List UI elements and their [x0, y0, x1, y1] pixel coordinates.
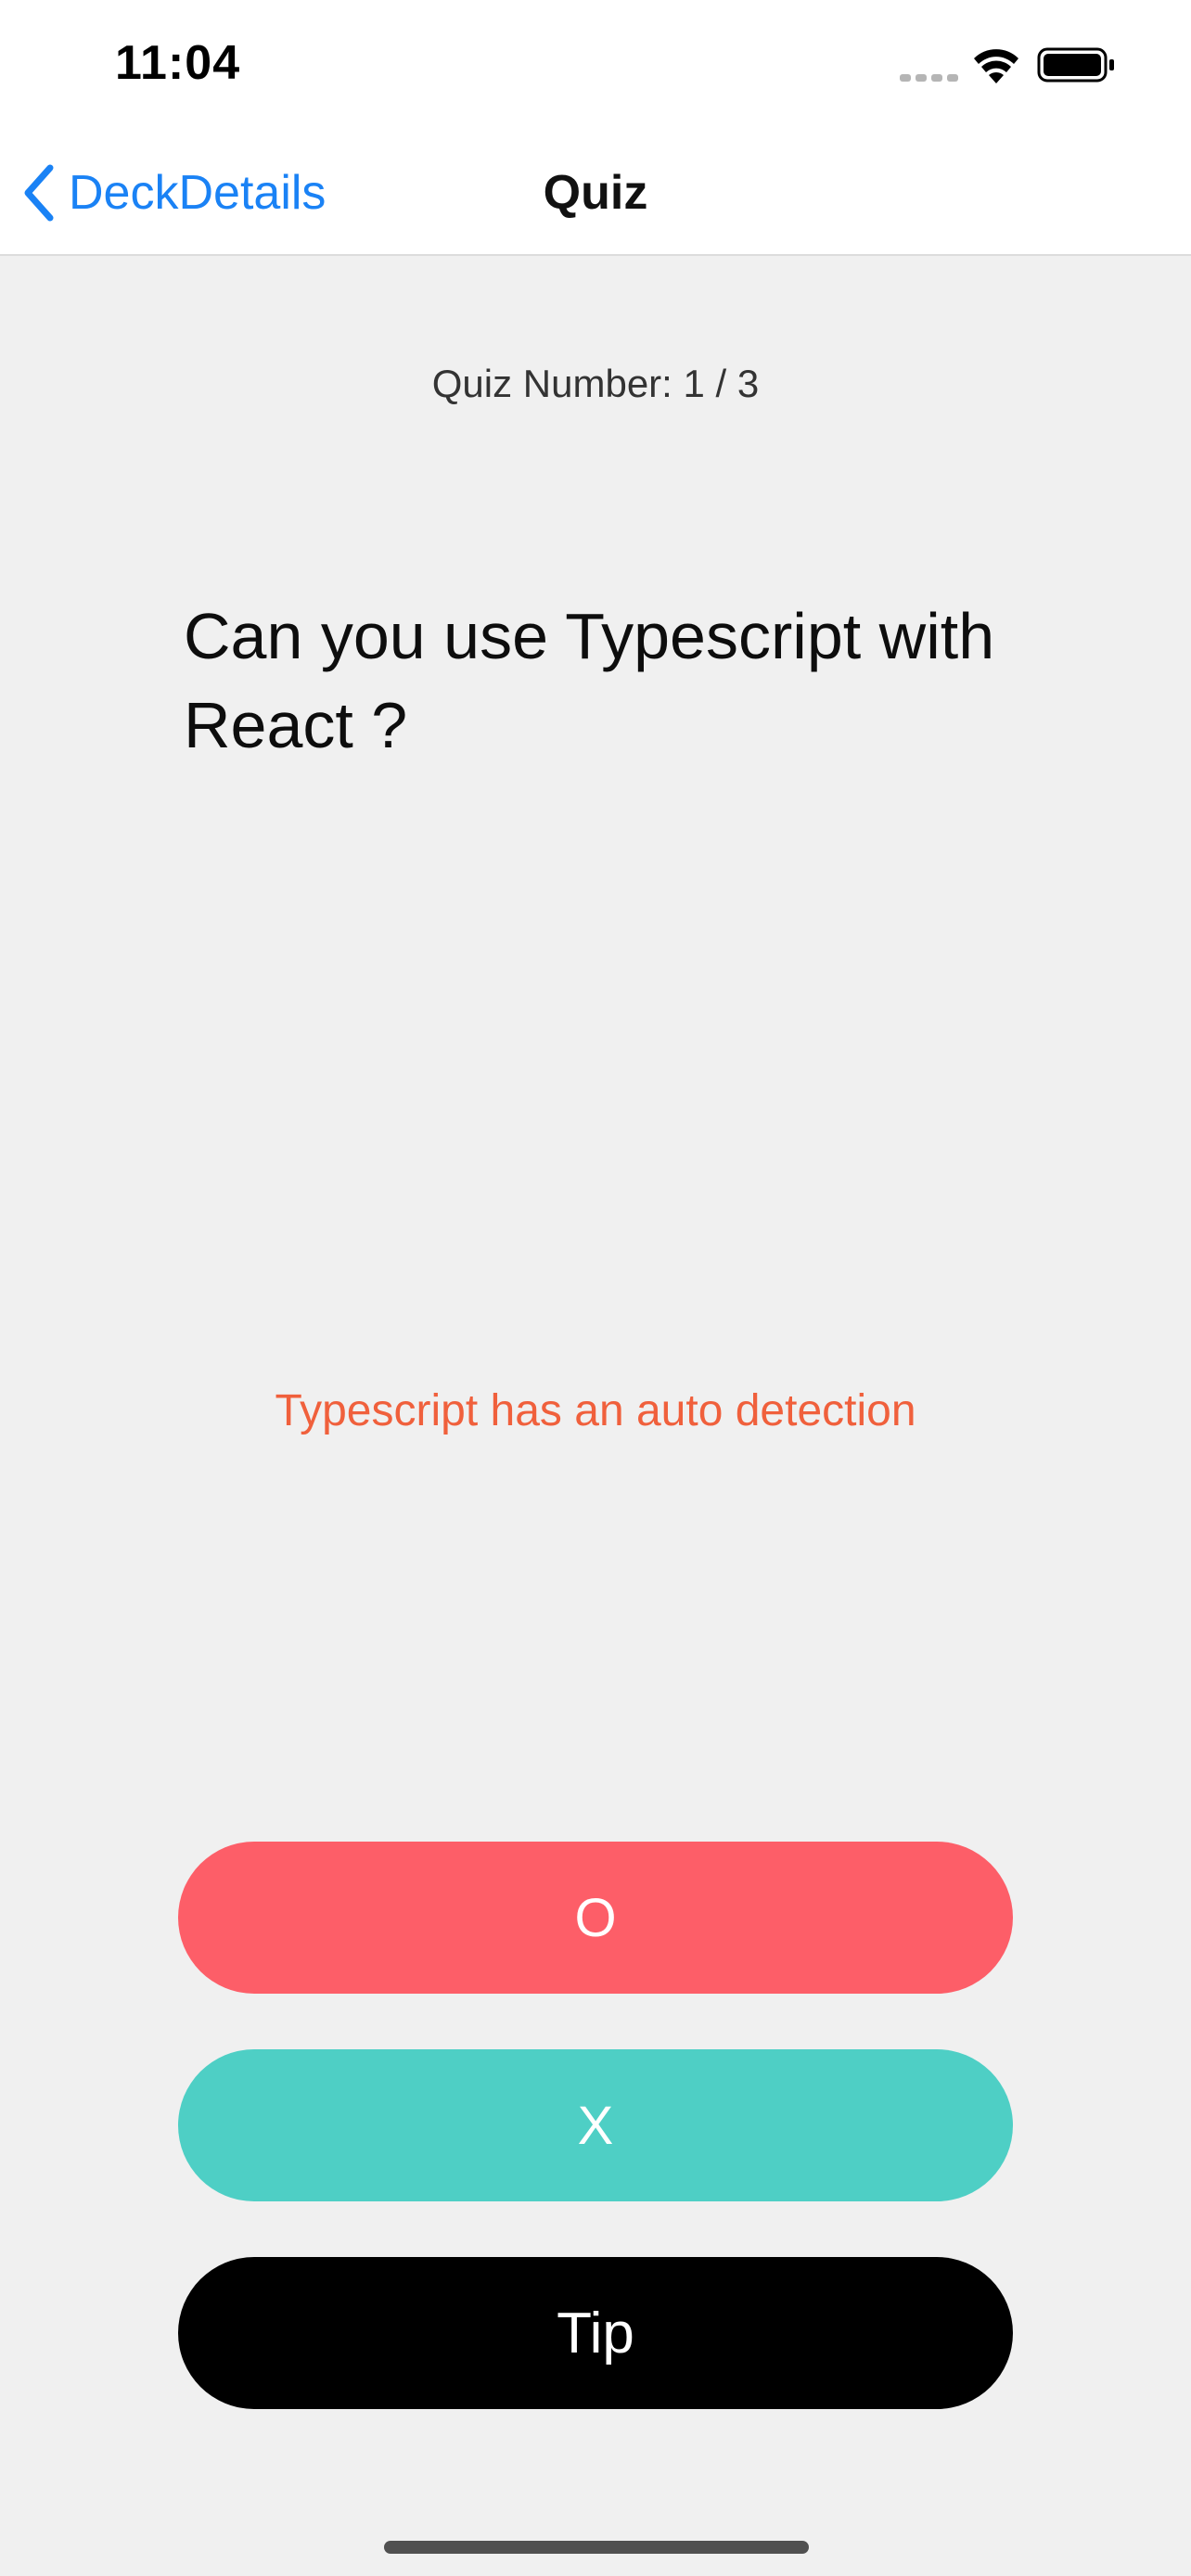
cellular-signal-icon — [900, 74, 958, 82]
wifi-icon — [974, 49, 1018, 83]
correct-button-label: O — [574, 1887, 617, 1948]
correct-button[interactable]: O — [178, 1842, 1013, 1994]
tip-button-label: Tip — [557, 2301, 634, 2366]
chevron-left-icon — [24, 164, 54, 222]
question-text: Can you use Typescript with React ? — [184, 600, 995, 761]
incorrect-button[interactable]: X — [178, 2049, 1013, 2201]
quiz-number-label: Quiz Number: 1 / 3 — [431, 362, 760, 405]
navigation-bar: DeckDetails Quiz — [0, 130, 1191, 256]
back-button-label: DeckDetails — [69, 166, 327, 220]
back-button[interactable]: DeckDetails — [19, 156, 326, 230]
incorrect-button-label: X — [577, 2095, 614, 2156]
status-bar: 11:04 — [0, 0, 1191, 130]
home-indicator[interactable] — [384, 2541, 809, 2554]
tip-button[interactable]: Tip — [178, 2257, 1013, 2409]
answer-hint-text: Typescript has an auto detection — [275, 1386, 916, 1435]
battery-icon — [1037, 47, 1114, 83]
status-time: 11:04 — [115, 36, 241, 90]
